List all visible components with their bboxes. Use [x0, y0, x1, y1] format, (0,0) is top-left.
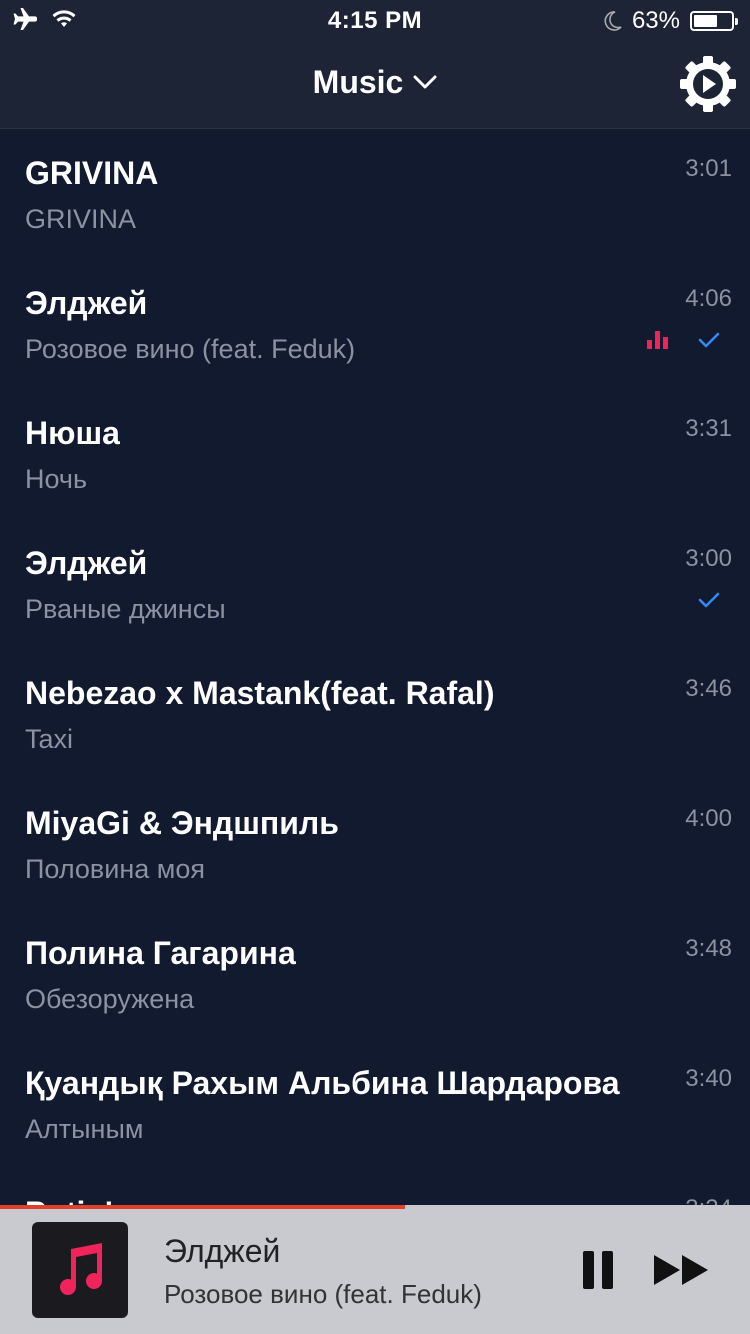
track-row[interactable]: GRIVINA GRIVINA 3:01: [0, 129, 750, 259]
track-artist: Полина Гагарина: [25, 935, 296, 971]
nav-bar: Music: [0, 40, 750, 129]
track-title: GRIVINA: [25, 204, 137, 234]
track-duration: 3:00: [685, 545, 732, 572]
track-row[interactable]: Элджей Розовое вино (feat. Feduk) 4:06: [0, 259, 750, 389]
moon-icon: [604, 11, 622, 31]
track-row[interactable]: Nebezao x Mastank(feat. Rafal) Taxi 3:46: [0, 649, 750, 779]
track-row[interactable]: Putin' 3:24: [0, 1169, 750, 1205]
track-title: Алтыным: [25, 1114, 144, 1144]
player-artist: Элджей: [164, 1233, 281, 1269]
track-artist: Нюша: [25, 415, 120, 451]
track-duration: 3:31: [685, 415, 732, 442]
status-right: 63%: [604, 7, 738, 35]
track-duration: 3:40: [685, 1065, 732, 1092]
track-artist: Nebezao x Mastank(feat. Rafal): [25, 675, 495, 711]
checkmark-icon: [698, 332, 720, 348]
track-duration: 3:46: [685, 675, 732, 702]
track-artist: Элджей: [25, 285, 148, 321]
track-title: Половина моя: [25, 854, 205, 884]
track-title: Обезоружена: [25, 984, 195, 1014]
gear-icon[interactable]: [678, 54, 738, 114]
mini-player[interactable]: Элджей Розовое вино (feat. Feduk): [0, 1209, 750, 1334]
album-artwork[interactable]: [32, 1222, 128, 1318]
battery-percent: 63%: [631, 7, 680, 34]
chevron-down-icon: [413, 75, 437, 89]
checkmark-icon: [698, 592, 720, 608]
track-artist: Элджей: [25, 545, 148, 581]
track-artist: GRIVINA: [25, 155, 159, 191]
track-row[interactable]: MiyaGi & Эндшпиль Половина моя 4:00: [0, 779, 750, 909]
player-track-title: Розовое вино (feat. Feduk): [164, 1279, 482, 1309]
track-list[interactable]: GRIVINA GRIVINA 3:01 Элджей Розовое вино (fe…: [0, 129, 750, 1205]
track-artist: Қуандық Рахым Альбина Шардарова: [25, 1065, 620, 1101]
equalizer-icon: [647, 331, 668, 349]
status-bar: 4:15 PM 63%: [0, 0, 750, 40]
track-row[interactable]: Полина Гагарина Обезоружена 3:48: [0, 909, 750, 1039]
fast-forward-icon[interactable]: [652, 1253, 710, 1287]
track-title: Ночь: [25, 464, 88, 494]
track-artist: Putin': [25, 1195, 113, 1205]
track-duration: 3:48: [685, 935, 732, 962]
pause-icon[interactable]: [583, 1251, 613, 1289]
track-title: Рваные джинсы: [25, 594, 226, 624]
track-duration: 4:00: [685, 805, 732, 832]
track-row[interactable]: Нюша Ночь 3:31: [0, 389, 750, 519]
track-duration: 4:06: [685, 285, 732, 312]
track-artist: MiyaGi & Эндшпиль: [25, 805, 339, 841]
track-row[interactable]: Элджей Рваные джинсы 3:00: [0, 519, 750, 649]
track-duration: 3:01: [685, 155, 732, 182]
track-title: Розовое вино (feat. Feduk): [25, 334, 356, 364]
track-row[interactable]: Қуандық Рахым Альбина Шардарова Алтыным 3:…: [0, 1039, 750, 1169]
track-title: Taxi: [25, 724, 74, 754]
nav-title: Music: [312, 64, 404, 100]
music-note-icon: [60, 1243, 103, 1296]
track-duration: 3:24: [685, 1195, 732, 1205]
battery-fill: [694, 15, 717, 27]
nav-title-dropdown[interactable]: Music: [0, 64, 750, 101]
battery-icon: [690, 11, 738, 31]
